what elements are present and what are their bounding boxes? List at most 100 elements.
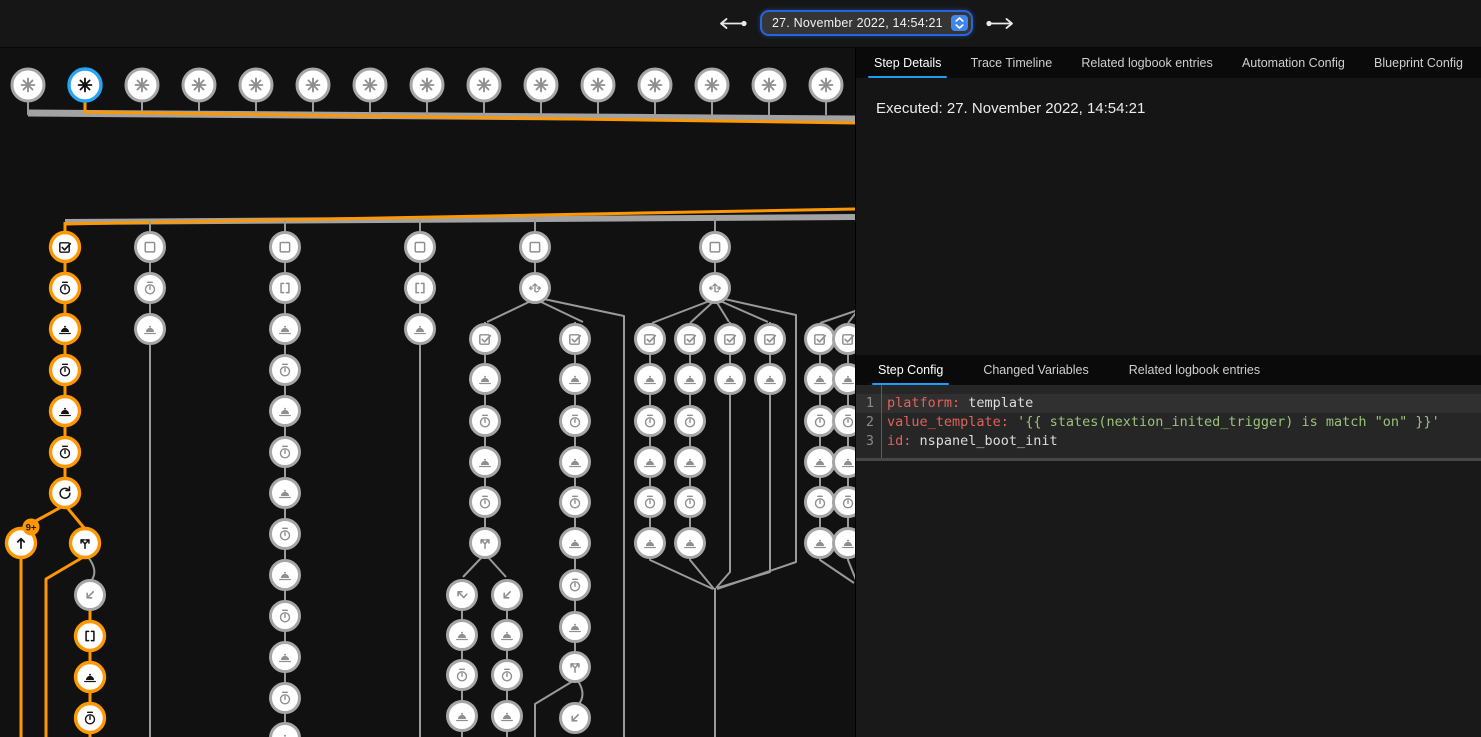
trace-node-timer[interactable] [806, 407, 835, 436]
trace-node-arrow-bottom-left[interactable] [76, 581, 105, 610]
trace-node-service[interactable] [561, 365, 590, 394]
tab-related-logbook-entries[interactable]: Related logbook entries [1127, 357, 1262, 385]
trace-node-asterisk[interactable] [411, 69, 443, 101]
trace-node-arrow-check[interactable] [448, 581, 477, 610]
trace-node-service[interactable] [806, 448, 835, 477]
trace-node-service[interactable] [561, 448, 590, 477]
tab-related-logbook-entries[interactable]: Related logbook entries [1079, 50, 1214, 78]
trace-node-service[interactable] [493, 621, 522, 650]
trace-node-checkbox-marked[interactable] [716, 325, 745, 354]
trace-node-timer[interactable] [136, 274, 165, 303]
trace-node-asterisk[interactable] [639, 69, 671, 101]
trace-node-arrow-bottom-left[interactable] [493, 581, 522, 610]
trace-node-service[interactable] [834, 448, 856, 477]
trace-node-timer[interactable] [806, 488, 835, 517]
trace-node-timer[interactable] [471, 488, 500, 517]
stepper-icon[interactable] [951, 15, 968, 31]
trace-node-timer[interactable] [676, 488, 705, 517]
trace-node-timer[interactable] [448, 661, 477, 690]
trace-node-timer[interactable] [76, 704, 105, 733]
trace-node-service[interactable] [448, 621, 477, 650]
trace-node-service[interactable] [448, 702, 477, 731]
trace-node-refresh[interactable] [51, 479, 80, 508]
trace-node-asterisk[interactable] [297, 69, 329, 101]
trace-node-service[interactable] [806, 365, 835, 394]
trace-node-timer[interactable] [561, 488, 590, 517]
trace-node-checkbox-marked[interactable] [676, 325, 705, 354]
trace-node-arrow-decision[interactable] [521, 274, 550, 303]
trace-node-timer[interactable] [271, 684, 300, 713]
tab-automation-config[interactable]: Automation Config [1240, 50, 1347, 78]
trace-node-timer[interactable] [834, 407, 856, 436]
trace-node-service[interactable] [834, 529, 856, 558]
trace-node-checkbox-marked[interactable] [756, 325, 785, 354]
trace-node-asterisk[interactable] [240, 69, 272, 101]
trace-node-asterisk[interactable] [525, 69, 557, 101]
previous-run-arrow-icon[interactable] [718, 17, 748, 30]
trace-node-asterisk[interactable] [582, 69, 614, 101]
trace-node-service[interactable] [271, 643, 300, 672]
trace-node-service[interactable] [561, 613, 590, 642]
trace-node-timer[interactable] [271, 438, 300, 467]
trace-node-checkbox-marked[interactable] [834, 325, 856, 354]
trace-node-asterisk[interactable] [183, 69, 215, 101]
trace-node-checkbox-marked[interactable] [51, 233, 80, 262]
tab-trace-timeline[interactable]: Trace Timeline [969, 50, 1055, 78]
trace-node-timer[interactable] [636, 488, 665, 517]
trace-node-service[interactable] [271, 479, 300, 508]
trace-node-checkbox-blank[interactable] [271, 233, 300, 262]
trace-node-arrow-bottom-left[interactable] [561, 704, 590, 733]
tab-step-config[interactable]: Step Config [876, 357, 945, 385]
trace-node-service[interactable] [756, 365, 785, 394]
trace-node-checkbox-blank[interactable] [406, 233, 435, 262]
trace-node-service[interactable] [834, 365, 856, 394]
trace-node-asterisk[interactable] [810, 69, 842, 101]
trace-node-call-split[interactable] [71, 529, 100, 558]
trace-node-service[interactable] [636, 365, 665, 394]
trace-node-service[interactable] [271, 561, 300, 590]
trace-node-service[interactable] [806, 529, 835, 558]
trace-node-asterisk[interactable] [753, 69, 785, 101]
trace-node-timer[interactable] [51, 274, 80, 303]
trace-node-call-split[interactable] [471, 529, 500, 558]
trace-node-arrow-decision[interactable] [701, 274, 730, 303]
trace-node-asterisk[interactable] [468, 69, 500, 101]
trace-node-checkbox-marked[interactable] [561, 325, 590, 354]
trace-node-brackets[interactable] [76, 622, 105, 651]
trace-node-timer[interactable] [271, 602, 300, 631]
trace-graph[interactable]: 9+ [0, 48, 855, 737]
trace-node-timer[interactable] [834, 488, 856, 517]
trace-node-checkbox-marked[interactable] [806, 325, 835, 354]
run-datetime-select[interactable]: 27. November 2022, 14:54:21 [762, 12, 971, 34]
trace-node-timer[interactable] [51, 438, 80, 467]
trace-node-checkbox-blank[interactable] [701, 233, 730, 262]
next-run-arrow-icon[interactable] [985, 17, 1015, 30]
trace-node-timer[interactable] [493, 661, 522, 690]
trace-node-service[interactable] [471, 365, 500, 394]
trace-node-asterisk[interactable] [696, 69, 728, 101]
trace-node-service[interactable] [636, 448, 665, 477]
trace-node-service[interactable] [493, 702, 522, 731]
trace-node-service[interactable] [271, 397, 300, 426]
trace-node-checkbox-blank[interactable] [521, 233, 550, 262]
trace-node-asterisk[interactable] [12, 69, 44, 101]
trace-node-call-split[interactable] [561, 653, 590, 682]
trace-node-service[interactable] [561, 529, 590, 558]
trace-node-checkbox-marked[interactable] [471, 325, 500, 354]
trace-node-service[interactable] [676, 529, 705, 558]
horizontal-scrollbar[interactable] [856, 458, 1481, 461]
trace-node-asterisk[interactable] [69, 69, 101, 101]
trace-node-timer[interactable] [471, 407, 500, 436]
trace-node-service[interactable] [51, 315, 80, 344]
trace-node-service[interactable] [636, 529, 665, 558]
tab-blueprint-config[interactable]: Blueprint Config [1372, 50, 1465, 78]
trace-node-service[interactable] [676, 365, 705, 394]
trace-node-brackets[interactable] [406, 274, 435, 303]
trace-node-service[interactable] [271, 724, 300, 737]
trace-node-service[interactable] [271, 315, 300, 344]
trace-node-timer[interactable] [271, 356, 300, 385]
trace-node-checkbox-marked[interactable] [636, 325, 665, 354]
trace-node-service[interactable] [716, 365, 745, 394]
trace-node-timer[interactable] [676, 407, 705, 436]
trace-node-service[interactable] [136, 315, 165, 344]
